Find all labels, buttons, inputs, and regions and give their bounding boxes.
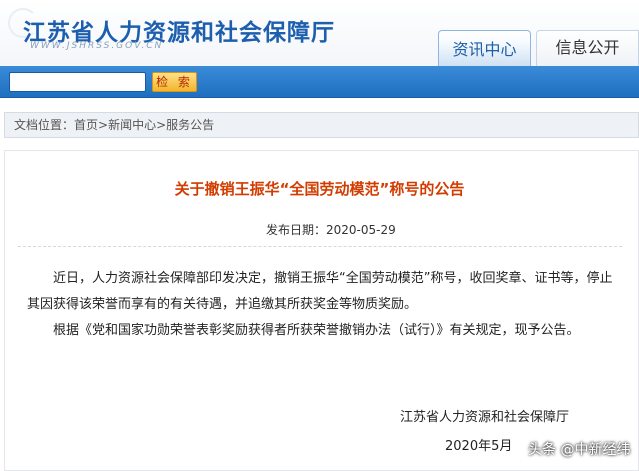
- breadcrumb-home[interactable]: 首页: [74, 118, 98, 132]
- search-input[interactable]: [9, 72, 146, 92]
- article-title: 关于撤销王振华“全国劳动模范”称号的公告: [174, 180, 465, 198]
- article-paragraph: 根据《党和国家功勋荣誉表彰奖励获得者所获荣誉撤销办法（试行）》有关规定，现予公告…: [53, 323, 580, 338]
- breadcrumb-label: 文档位置：: [14, 118, 75, 132]
- breadcrumb-separator: >: [98, 118, 109, 132]
- site-domain: WWW.JSHRSS.GOV.CN: [30, 41, 164, 51]
- search-button[interactable]: 检 索: [152, 72, 197, 92]
- tab-label: 资讯中心: [452, 40, 517, 59]
- publish-date-value: 2020-05-29: [326, 223, 396, 237]
- article-sign-date: 2020年5月: [445, 439, 513, 454]
- article-paragraph: 近日，人力资源社会保障部印发决定，撤销王振华“全国劳动模范”称号，收回奖章、证书…: [27, 271, 613, 312]
- tab-info-disclosure[interactable]: 信息公开: [536, 30, 639, 66]
- breadcrumb: 文档位置：首页>新闻中心>服务公告: [4, 112, 639, 138]
- title-divider: [18, 246, 622, 247]
- breadcrumb-news-center[interactable]: 新闻中心: [108, 118, 156, 132]
- publish-date-label: 发布日期：: [266, 223, 327, 237]
- main-navbar: 检 索 新闻动态 | 图片视频 | 专题: [0, 66, 639, 156]
- article-signer: 江苏省人力资源和社会保障厅: [400, 410, 570, 425]
- tab-label: 信息公开: [555, 38, 620, 57]
- breadcrumb-separator: >: [156, 118, 167, 132]
- tab-news-center[interactable]: 资讯中心: [438, 30, 531, 66]
- publish-date: 发布日期：2020-05-29: [266, 221, 396, 238]
- breadcrumb-service-notices[interactable]: 服务公告: [166, 118, 214, 132]
- source-watermark: 头条 @中新经纬: [528, 442, 631, 458]
- site-header: 江苏省人力资源和社会保障厅 WWW.JSHRSS.GOV.CN 资讯中心 信息公…: [0, 0, 639, 66]
